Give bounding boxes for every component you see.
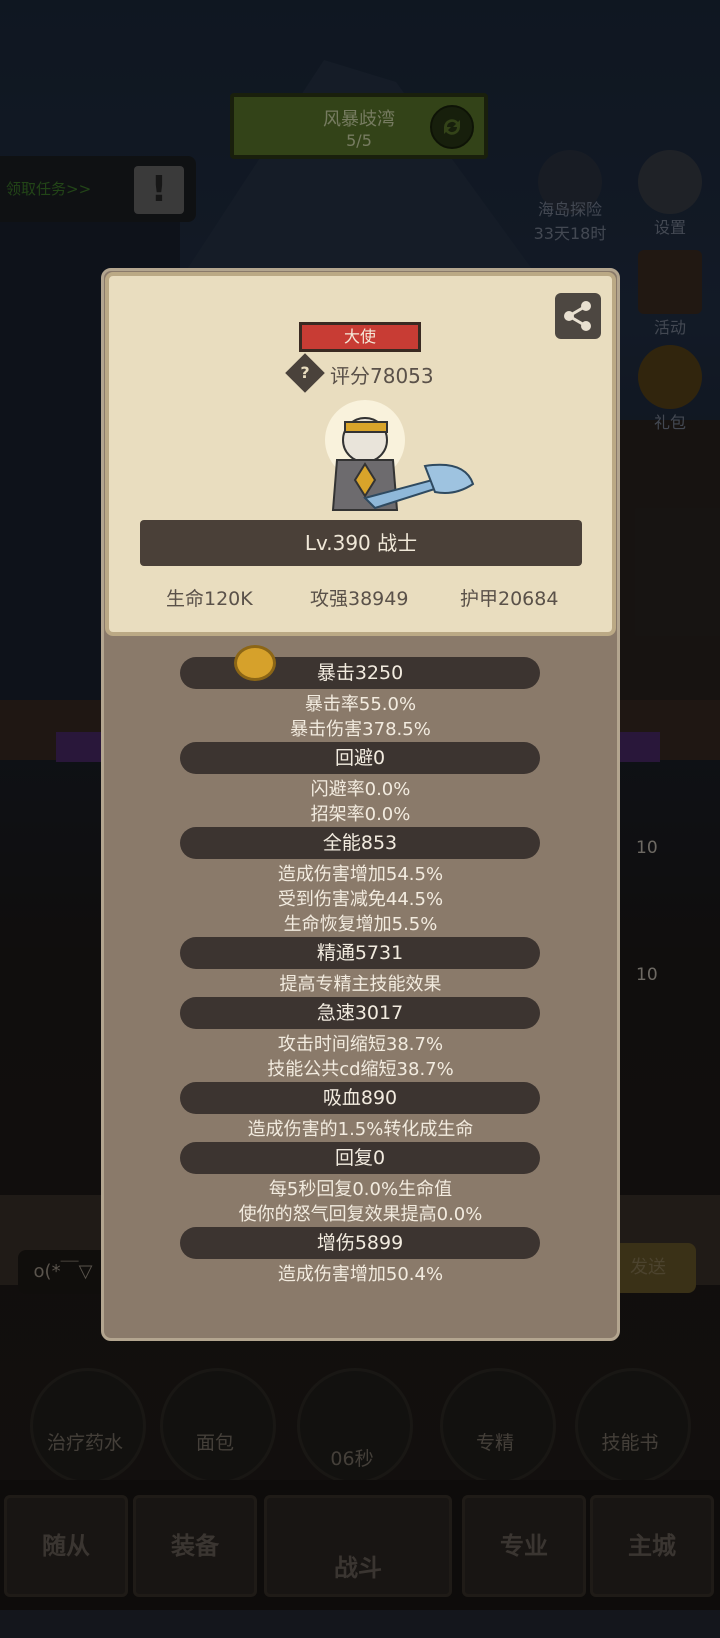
stat-line: 使你的怒气回复效果提高0.0% — [238, 1204, 483, 1225]
stat-line: 造成伤害的1.5%转化成生命 — [247, 1119, 474, 1140]
stat-header-versatility: 全能853 — [180, 827, 540, 859]
stat-line: 攻击时间缩短38.7% — [277, 1034, 444, 1055]
base-stat-armor: 护甲20684 — [460, 588, 559, 610]
stat-header-damage-bonus: 增伤5899 — [180, 1227, 540, 1259]
score-value: 评分78053 — [330, 364, 434, 388]
stat-line: 闪避率0.0% — [310, 779, 411, 800]
stat-line: 暴击伤害378.5% — [290, 719, 431, 740]
stat-line: 造成伤害增加54.5% — [277, 864, 444, 885]
help-icon[interactable]: ? — [285, 353, 325, 393]
stat-header-mastery: 精通5731 — [180, 937, 540, 969]
level-class-label: Lv.390 战士 — [140, 520, 582, 566]
base-stat-hp: 生命120K — [166, 588, 253, 610]
stat-header-lifesteal: 吸血890 — [180, 1082, 540, 1114]
stat-line: 暴击率55.0% — [304, 694, 417, 715]
stat-line: 提高专精主技能效果 — [279, 974, 442, 995]
stat-header-regen: 回复0 — [180, 1142, 540, 1174]
stat-line: 招架率0.0% — [310, 804, 411, 825]
stat-header-dodge: 回避0 — [180, 742, 540, 774]
hero-avatar — [305, 400, 475, 530]
stat-line: 受到伤害减免44.5% — [277, 889, 444, 910]
stat-line: 造成伤害增加50.4% — [277, 1264, 444, 1285]
share-icon[interactable] — [555, 293, 601, 339]
stat-line: 每5秒回复0.0%生命值 — [268, 1179, 453, 1200]
stat-header-haste: 急速3017 — [180, 997, 540, 1029]
rank-badge: 大使 — [299, 322, 421, 352]
stat-line: 生命恢复增加5.5% — [283, 914, 438, 935]
gold-coin-icon — [234, 645, 276, 681]
stat-line: 技能公共cd缩短38.7% — [267, 1059, 454, 1080]
help-glyph: ? — [300, 363, 310, 382]
base-stat-attack: 攻强38949 — [310, 588, 409, 610]
